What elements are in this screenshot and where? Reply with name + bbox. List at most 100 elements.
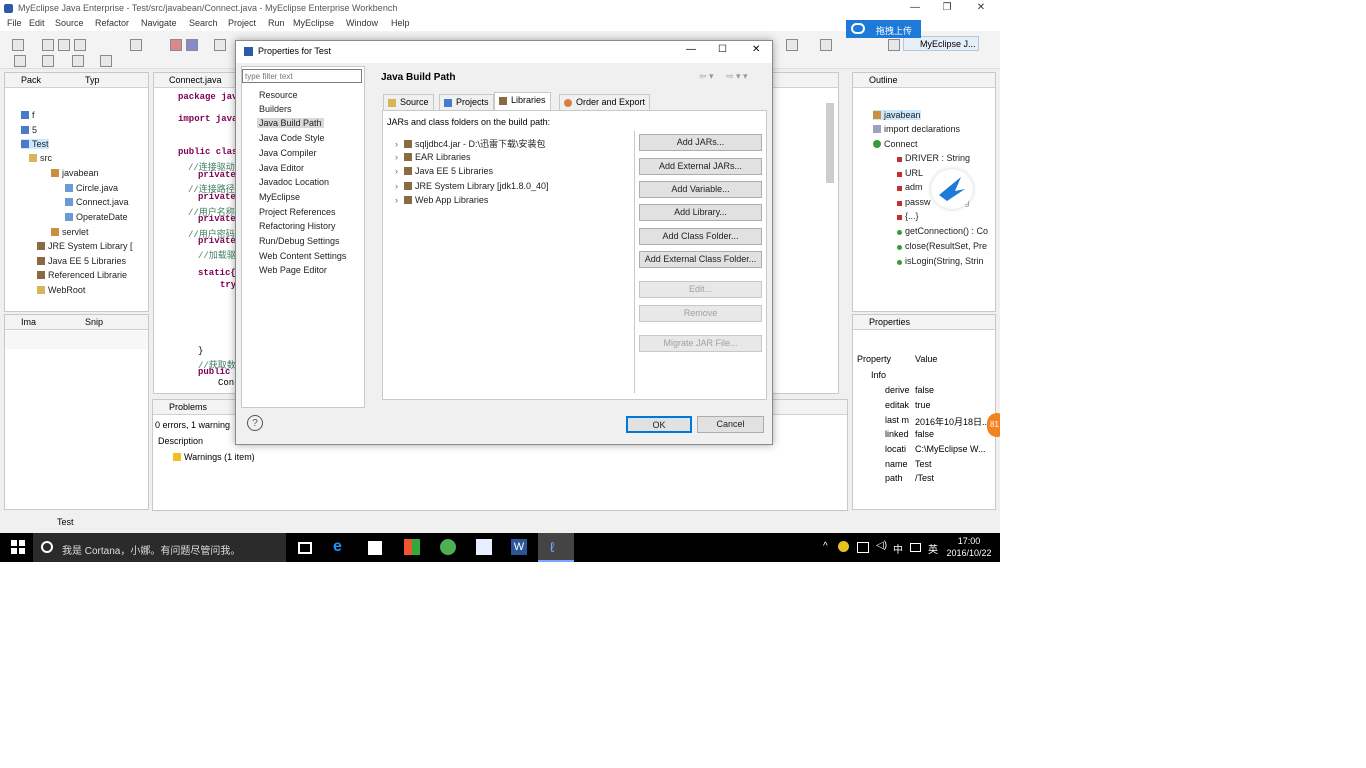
menu-search[interactable]: Search [189, 18, 218, 28]
tree-item[interactable]: OperateDate [65, 212, 128, 222]
deploy-icon[interactable] [186, 39, 198, 51]
nav-java-build-path[interactable]: Java Build Path [257, 118, 324, 128]
ime-mode[interactable]: 中 [893, 541, 903, 556]
search-icon[interactable] [42, 55, 54, 67]
menu-window[interactable]: Window [346, 18, 378, 28]
feiq-icon[interactable] [476, 539, 492, 555]
tab-properties[interactable]: Properties [869, 317, 910, 327]
upload-widget[interactable]: 拖拽上传 [846, 20, 921, 38]
minimize-button[interactable]: — [900, 2, 930, 13]
tab-package-explorer[interactable]: Pack [21, 75, 41, 85]
col-property[interactable]: Property [857, 354, 891, 364]
dialog-close-button[interactable]: ✕ [752, 44, 760, 55]
add-external-jars-button[interactable]: Add External JARs... [639, 158, 762, 175]
editor-scrollbar[interactable] [826, 103, 834, 183]
menu-edit[interactable]: Edit [29, 18, 45, 28]
tab-outline[interactable]: Outline [869, 75, 898, 85]
tab-connect-java[interactable]: Connect.java [169, 75, 222, 85]
save-all-icon[interactable] [58, 39, 70, 51]
ime-language[interactable]: 英 [928, 541, 938, 556]
tree-item[interactable]: javabean [51, 168, 99, 178]
filter-input[interactable] [242, 69, 362, 83]
nav-refactoring-history[interactable]: Refactoring History [259, 221, 336, 231]
debug-icon[interactable] [130, 39, 142, 51]
nav-java-code-style[interactable]: Java Code Style [259, 133, 325, 143]
problems-row[interactable]: Warnings (1 item) [173, 452, 255, 462]
perspective-button[interactable]: MyEclipse J... [903, 36, 979, 51]
libraries-list[interactable]: › sqljdbc4.jar - D:\迅雷下载\安装包 › EAR Librari… [387, 131, 635, 393]
nav-web-page-editor[interactable]: Web Page Editor [259, 265, 327, 275]
dialog-minimize-button[interactable]: — [686, 44, 696, 55]
app-tiles-icon[interactable] [404, 539, 420, 555]
add-library-button[interactable]: Add Library... [639, 204, 762, 221]
task-view-icon[interactable] [298, 542, 312, 554]
outline-item[interactable]: DRIVER : String [897, 153, 970, 163]
outline-item[interactable]: Connect [873, 139, 918, 149]
clock[interactable]: 17:00 2016/10/22 [944, 535, 994, 560]
tree-item[interactable]: 5 [21, 125, 37, 135]
save-icon[interactable] [42, 39, 54, 51]
prop-value[interactable]: Test [915, 459, 932, 469]
add-jars-button[interactable]: Add JARs... [639, 134, 762, 151]
problems-column-description[interactable]: Description [158, 436, 203, 446]
tray-app-icon[interactable] [838, 541, 849, 552]
ok-button[interactable]: OK [626, 416, 692, 433]
prop-value[interactable]: /Test [915, 473, 934, 483]
nav-project-references[interactable]: Project References [259, 207, 336, 217]
menu-source[interactable]: Source [55, 18, 84, 28]
library-item[interactable]: › EAR Libraries [395, 152, 471, 162]
java-perspective-icon[interactable] [888, 39, 900, 51]
tab-libraries[interactable]: Libraries [494, 92, 551, 110]
notification-badge[interactable]: 81 [987, 413, 1000, 437]
edge-icon[interactable]: e [333, 539, 349, 555]
dialog-maximize-button[interactable]: ☐ [718, 44, 727, 55]
outline-item[interactable]: getConnection() : Co [897, 226, 988, 236]
store-icon[interactable] [368, 541, 382, 555]
add-variable-button[interactable]: Add Variable... [639, 181, 762, 198]
tree-item[interactable]: JRE System Library [ [37, 241, 133, 251]
menu-navigate[interactable]: Navigate [141, 18, 177, 28]
tree-item[interactable]: Connect.java [65, 197, 129, 207]
tab-image[interactable]: Ima [21, 317, 36, 327]
library-item[interactable]: › Web App Libraries [395, 195, 488, 205]
tab-problems[interactable]: Problems [169, 402, 207, 412]
forward-nav-icon[interactable]: ⇨ ▾ ▾ [726, 71, 748, 82]
print-icon[interactable] [74, 39, 86, 51]
open-perspective-icon[interactable] [820, 39, 832, 51]
prop-value[interactable]: C:\MyEclipse W... [915, 444, 986, 454]
tree-item[interactable]: Java EE 5 Libraries [37, 256, 126, 266]
tray-chevron-icon[interactable]: ^ [823, 541, 828, 552]
new-icon[interactable] [12, 39, 24, 51]
library-item[interactable]: › JRE System Library [jdk1.8.0_40] [395, 181, 549, 191]
back-nav-icon[interactable]: ⇦ ▾ [699, 71, 714, 82]
prop-value[interactable]: false [915, 429, 934, 439]
start-icon[interactable] [10, 539, 26, 555]
outline-item[interactable]: URL [897, 168, 923, 178]
tree-item[interactable]: Test [21, 139, 49, 149]
cancel-button[interactable]: Cancel [697, 416, 764, 433]
migrate-jar-button[interactable]: Migrate JAR File... [639, 335, 762, 352]
nav-myeclipse[interactable]: MyEclipse [259, 192, 300, 202]
keyboard-icon[interactable] [910, 543, 921, 552]
tab-projects[interactable]: Projects [439, 94, 494, 110]
perspective-icon[interactable] [786, 39, 798, 51]
nav-java-compiler[interactable]: Java Compiler [259, 148, 317, 158]
back-icon[interactable] [72, 55, 84, 67]
prop-value[interactable]: true [915, 400, 931, 410]
menu-file[interactable]: File [7, 18, 22, 28]
prop-value[interactable]: 2016年10月18日... [915, 415, 990, 428]
tab-order-export[interactable]: Order and Export [559, 94, 651, 110]
menu-myeclipse[interactable]: MyEclipse [293, 18, 334, 28]
volume-icon[interactable]: ◁) [876, 540, 887, 551]
outline-item[interactable]: javabean [873, 110, 921, 120]
menu-run[interactable]: Run [268, 18, 285, 28]
tab-type-hierarchy[interactable]: Typ [85, 75, 100, 85]
prop-value[interactable]: false [915, 385, 934, 395]
menu-project[interactable]: Project [228, 18, 256, 28]
network-icon[interactable] [857, 542, 869, 553]
library-item[interactable]: › sqljdbc4.jar - D:\迅雷下载\安装包 [395, 137, 546, 150]
tree-item[interactable]: f [21, 110, 35, 120]
tab-snippets[interactable]: Snip [85, 317, 103, 327]
tree-item[interactable]: Circle.java [65, 183, 118, 193]
outline-item[interactable]: import declarations [873, 124, 960, 134]
